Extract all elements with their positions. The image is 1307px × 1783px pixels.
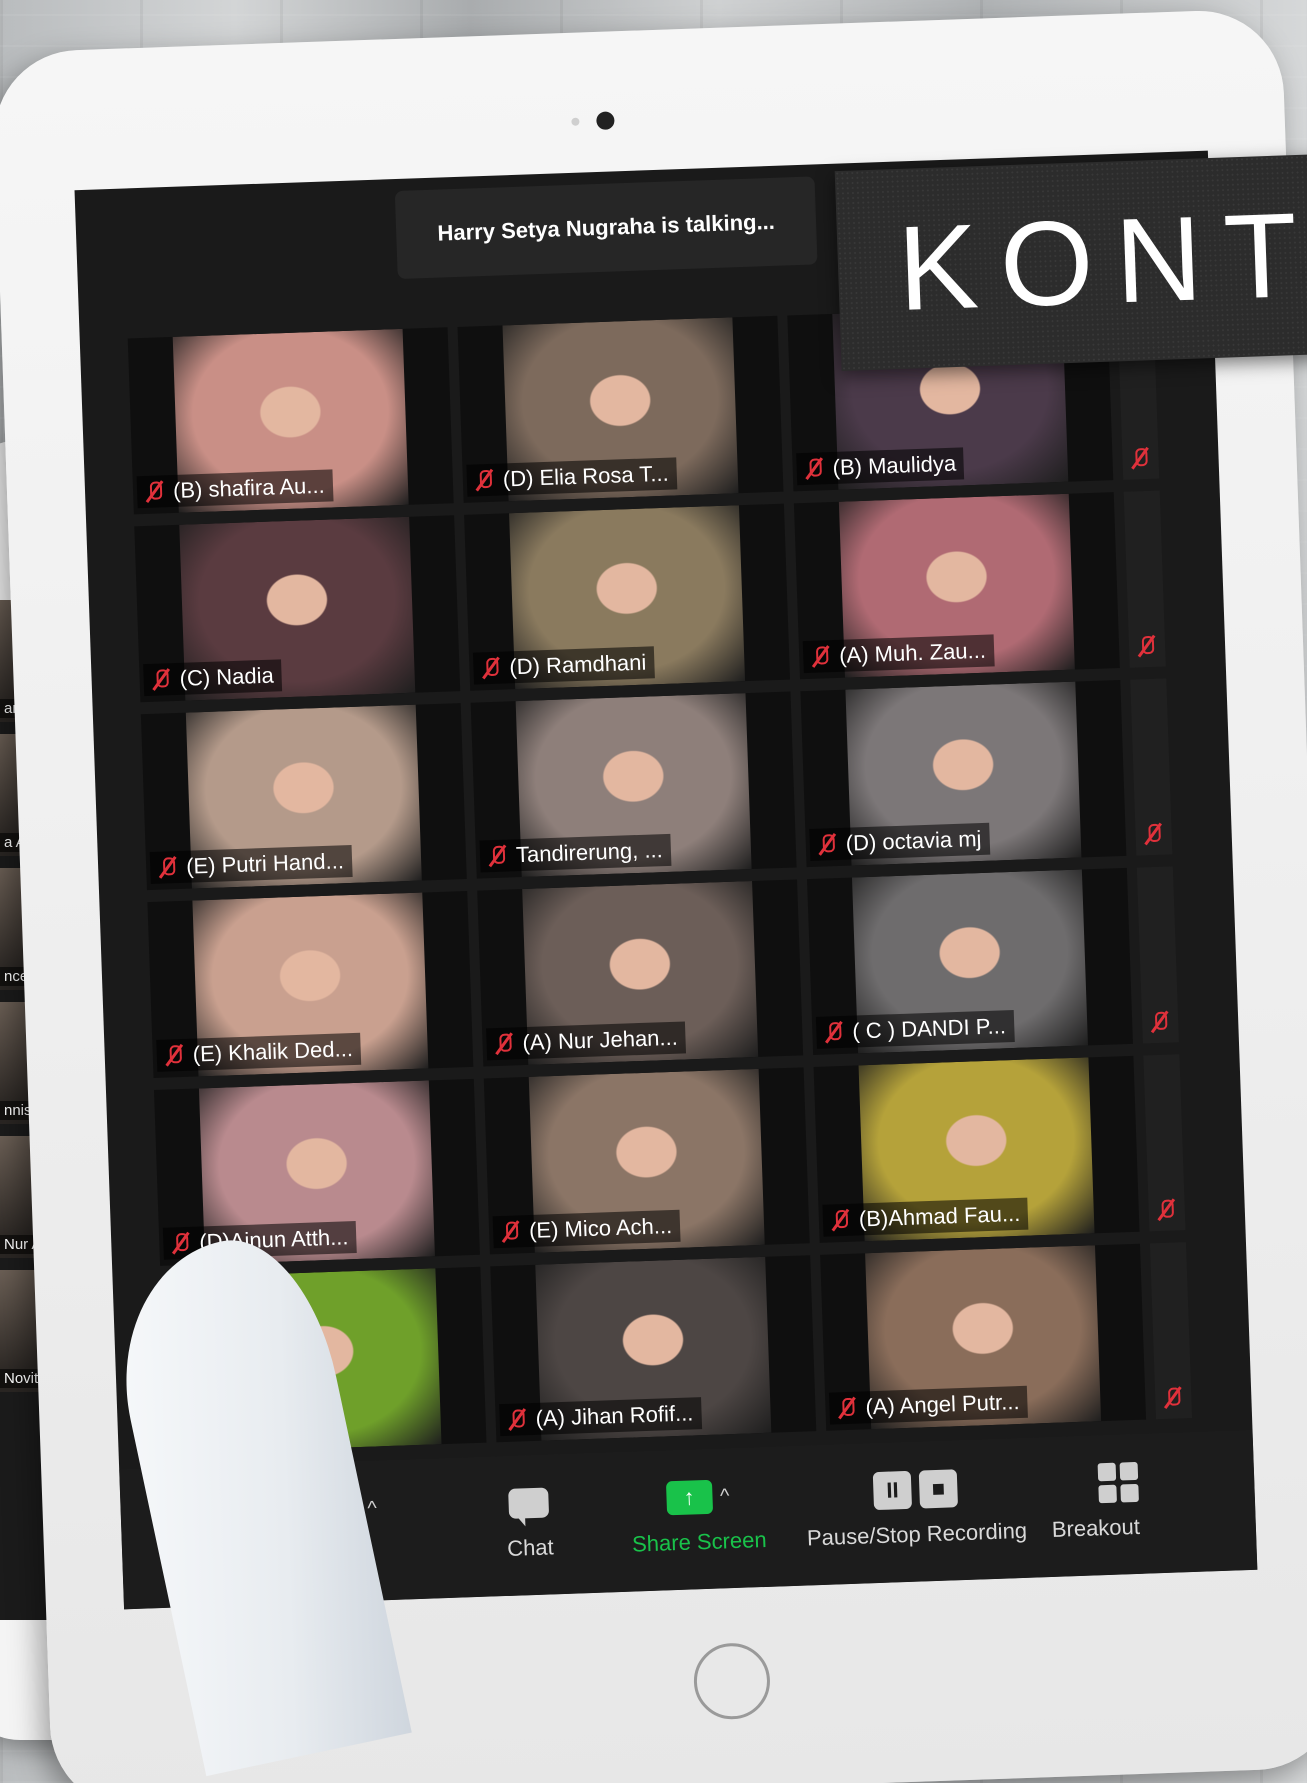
recording-button[interactable]: II ■ Pause/Stop Recording [805, 1464, 1028, 1552]
offscreen-participant-tile[interactable] [1123, 490, 1166, 668]
participant-name: (B) Maulidya [832, 450, 957, 480]
participant-tile[interactable]: Tandirerung, ... [470, 691, 797, 879]
muted-mic-icon [1161, 1386, 1184, 1409]
breakout-label: Breakout [1051, 1513, 1141, 1542]
participant-tile[interactable]: (D) octavia mj [800, 680, 1127, 868]
muted-mic-icon [809, 645, 832, 668]
muted-mic-icon [1148, 1011, 1171, 1034]
participant-tile[interactable]: (D) Ramdhani [464, 503, 791, 691]
participant-name-label: Tandirerung, ... [479, 833, 672, 873]
muted-mic-icon [802, 457, 825, 480]
active-speaker-banner: Harry Setya Nugraha is talking... [394, 176, 818, 280]
participant-tile[interactable]: (D) Elia Rosa T... [457, 315, 784, 503]
participant-name: (A) Jihan Rofif... [535, 1400, 694, 1431]
participant-name: (B)Ahmad Fau... [858, 1200, 1021, 1232]
pause-icon: II [872, 1470, 913, 1511]
muted-mic-icon [479, 657, 502, 680]
offscreen-participant-tile[interactable] [1149, 1242, 1193, 1420]
share-screen-icon: ↑ [665, 1479, 713, 1516]
participant-name-label: (D) Ramdhani [472, 646, 655, 685]
participant-name: Tandirerung, ... [515, 837, 664, 868]
muted-mic-icon [815, 833, 838, 856]
muted-mic-icon [473, 469, 496, 492]
muted-mic-icon [835, 1397, 858, 1420]
participant-name-label: (B) Maulidya [796, 447, 965, 486]
caret-up-icon[interactable]: ^ [367, 1497, 377, 1520]
offscreen-participant-tile[interactable] [1136, 866, 1179, 1044]
participant-name: (B) shafira Au... [172, 472, 326, 503]
offscreen-participant-tile[interactable] [1143, 1054, 1186, 1232]
participant-name: (A) Angel Putr... [865, 1389, 1020, 1420]
home-button[interactable] [692, 1641, 772, 1721]
participant-name-label: (B) shafira Au... [136, 469, 334, 509]
share-screen-label: Share Screen [631, 1526, 767, 1557]
participant-tile[interactable]: (E) Mico Ach... [483, 1067, 810, 1255]
participant-name: ( C ) DANDI P... [851, 1013, 1007, 1044]
stop-icon: ■ [918, 1469, 959, 1509]
muted-mic-icon [149, 668, 172, 691]
participant-tile[interactable]: (A) Muh. Zau... [793, 492, 1120, 680]
participant-name: (A) Muh. Zau... [838, 637, 987, 668]
participant-name: (D) Ramdhani [508, 649, 647, 680]
participant-tile[interactable]: (A) Nur Jehan... [477, 879, 804, 1067]
muted-mic-icon [1141, 823, 1164, 846]
caret-up-icon[interactable]: ^ [720, 1485, 730, 1508]
participant-tile[interactable]: (E) Putri Hand... [140, 703, 467, 891]
participant-name-label: (A) Muh. Zau... [802, 634, 995, 674]
participant-tile[interactable]: (C) Nadia [134, 515, 461, 703]
participant-name: (C) Nadia [179, 662, 275, 691]
muted-mic-icon [486, 845, 509, 868]
participant-name: (E) Khalik Ded... [192, 1036, 354, 1067]
participant-tile[interactable]: (B) shafira Au... [127, 327, 454, 515]
participant-tile[interactable]: ( C ) DANDI P... [807, 867, 1133, 1055]
participant-name: (D) octavia mj [845, 825, 982, 856]
breakout-rooms-icon [1097, 1461, 1140, 1504]
chat-button[interactable]: Chat [505, 1480, 554, 1562]
muted-mic-icon [1128, 447, 1151, 470]
participant-name-label: (C) Nadia [143, 659, 283, 697]
recording-label: Pause/Stop Recording [806, 1517, 1028, 1551]
muted-mic-icon [1135, 635, 1158, 658]
muted-mic-icon [162, 1044, 185, 1067]
participant-name-label: (D) octavia mj [809, 822, 990, 861]
share-screen-button[interactable]: ↑ ^ Share Screen [630, 1473, 767, 1558]
muted-mic-icon [822, 1021, 845, 1044]
participant-name: (A) Nur Jehan... [522, 1024, 679, 1056]
camera-icon [596, 111, 615, 130]
participant-tile[interactable]: (A) Angel Putr... [820, 1243, 1147, 1431]
banner-text: KONT [895, 187, 1307, 336]
muted-mic-icon [156, 856, 179, 879]
muted-mic-icon [143, 480, 166, 503]
participant-tile[interactable]: (B)Ahmad Fau... [813, 1055, 1140, 1243]
chat-label: Chat [506, 1534, 555, 1561]
chat-icon [508, 1487, 550, 1519]
participant-tile[interactable]: (A) Jihan Rofif... [490, 1255, 817, 1443]
participant-tile[interactable]: (E) Khalik Ded... [147, 890, 474, 1079]
breakout-rooms-button[interactable]: Breakout [1050, 1460, 1141, 1543]
muted-mic-icon [169, 1232, 192, 1255]
muted-mic-icon [1154, 1198, 1177, 1221]
participant-name: (E) Putri Hand... [185, 848, 345, 879]
participant-name: (E) Mico Ach... [528, 1213, 673, 1244]
offscreen-participant-tile[interactable] [1130, 678, 1173, 856]
participant-tile[interactable]: (D)Ainun Atth... [153, 1078, 480, 1266]
muted-mic-icon [829, 1209, 852, 1232]
muted-mic-icon [492, 1032, 515, 1055]
participant-name: (D) Elia Rosa T... [502, 460, 670, 492]
title-banner: KONT [834, 152, 1307, 372]
muted-mic-icon [505, 1408, 528, 1431]
muted-mic-icon [499, 1220, 522, 1243]
participant-name-label: (E) Mico Ach... [492, 1209, 681, 1249]
